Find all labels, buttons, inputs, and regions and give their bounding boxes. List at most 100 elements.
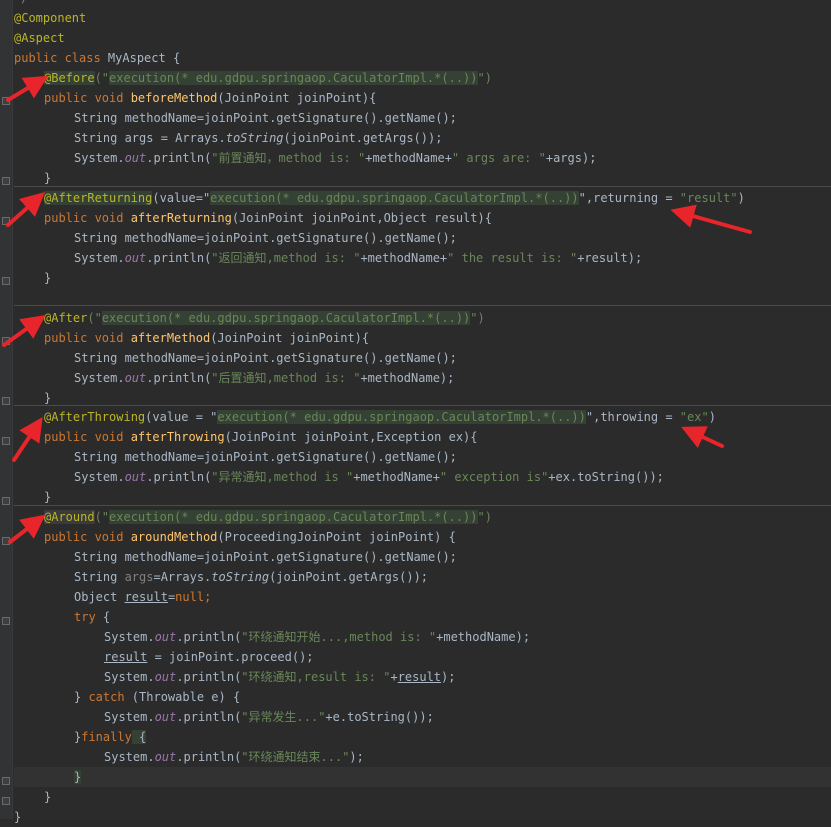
fold-marker-icon[interactable] <box>2 497 10 505</box>
static-field: out <box>154 630 177 644</box>
code-text: .println( <box>176 670 242 684</box>
fold-marker-icon[interactable] <box>2 277 10 285</box>
reassigned-variable: result <box>397 670 442 684</box>
code-line[interactable]: @Component <box>14 8 831 28</box>
string: "返回通知,method is: " <box>211 251 361 265</box>
code-line[interactable]: System.out.println("异常通知,method is "+met… <box>14 467 831 487</box>
code-editor[interactable]: */ @Component @Aspect public class MyAsp… <box>0 0 831 824</box>
fold-marker-icon[interactable] <box>2 217 10 225</box>
code-line[interactable]: */ <box>14 0 831 8</box>
code-text: +methodName); <box>436 630 531 644</box>
code-line[interactable]: String methodName=joinPoint.getSignature… <box>14 228 831 248</box>
fold-marker-icon[interactable] <box>2 797 10 805</box>
reassigned-variable: result <box>124 590 168 604</box>
keyword: catch <box>88 690 125 704</box>
keyword: public void <box>44 331 131 345</box>
code-line[interactable]: String methodName=joinPoint.getSignature… <box>14 547 831 567</box>
code-line[interactable]: Object result=null; <box>14 587 831 607</box>
code-line[interactable]: } <box>14 268 831 288</box>
code-line[interactable]: public class MyAspect { <box>14 48 831 68</box>
method-params: (JoinPoint joinPoint,Object result){ <box>231 211 492 225</box>
fold-marker-icon[interactable] <box>2 437 10 445</box>
aspect-annotation: @Aspect <box>14 31 65 45</box>
code-text: .println( <box>176 630 242 644</box>
string: "环绕通知开始...,method is: " <box>241 630 437 644</box>
fold-marker-icon[interactable] <box>2 337 10 345</box>
code-line[interactable]: } <box>14 787 831 807</box>
code-text: } <box>74 690 89 704</box>
code-line[interactable]: try { <box>14 607 831 627</box>
code-line[interactable]: @AfterReturning(value="execution(* edu.g… <box>14 188 831 208</box>
code-text: (joinPoint.getArgs()); <box>269 570 429 584</box>
code-line[interactable]: System.out.println("环绕通知结束..."); <box>14 747 831 767</box>
code-line[interactable]: public void afterThrowing(JoinPoint join… <box>14 427 831 447</box>
string: (" <box>94 510 110 524</box>
code-line[interactable]: public void afterReturning(JoinPoint joi… <box>14 208 831 228</box>
static-field: out <box>154 670 177 684</box>
brace: } <box>44 790 52 804</box>
code-line[interactable]: public void beforeMethod(JoinPoint joinP… <box>14 88 831 108</box>
after-throwing-annotation: @AfterThrowing <box>44 410 146 424</box>
code-line[interactable]: } <box>14 807 831 827</box>
code-line[interactable]: System.out.println("环绕通知,result is: "+re… <box>14 667 831 687</box>
string: "异常通知,method is " <box>211 470 354 484</box>
around-annotation: @Around <box>44 510 95 524</box>
code-line[interactable]: @After("execution(* edu.gdpu.springaop.C… <box>14 308 831 328</box>
string: (" <box>94 71 110 85</box>
code-text: +methodName+ <box>360 251 448 265</box>
code-line[interactable]: System.out.println("返回通知,method is: "+me… <box>14 248 831 268</box>
string: (" <box>87 311 102 325</box>
code-line-current[interactable]: } <box>14 767 831 787</box>
code-line[interactable]: result = joinPoint.proceed(); <box>14 647 831 667</box>
code-text: =Arrays. <box>153 570 212 584</box>
static-field: out <box>124 371 147 385</box>
fold-marker-icon[interactable] <box>2 777 10 785</box>
code-line[interactable]: }finally { <box>14 727 831 747</box>
code-text: System. <box>104 710 155 724</box>
static-method: toString <box>211 570 270 584</box>
method-separator <box>14 305 831 306</box>
code-line[interactable]: System.out.println("前置通知，method is: "+me… <box>14 148 831 168</box>
code-text: +ex.toString()); <box>548 470 664 484</box>
string: "前置通知，method is: " <box>211 151 366 165</box>
code-line[interactable]: } <box>14 388 831 408</box>
fold-marker-icon[interactable] <box>2 537 10 545</box>
code-line[interactable]: String methodName=joinPoint.getSignature… <box>14 108 831 128</box>
editor-gutter[interactable] <box>0 0 13 819</box>
unused-variable: args <box>124 570 154 584</box>
code-line[interactable]: System.out.println("异常发生..."+e.toString(… <box>14 707 831 727</box>
pointcut-expression: execution(* edu.gdpu.springaop.Caculator… <box>217 410 586 424</box>
fold-marker-icon[interactable] <box>2 617 10 625</box>
method-name: afterMethod <box>130 331 211 345</box>
fold-marker-icon[interactable] <box>2 397 10 405</box>
code-line[interactable]: } <box>14 487 831 507</box>
fold-marker-icon[interactable] <box>2 177 10 185</box>
code-line[interactable]: } catch (Throwable e) { <box>14 687 831 707</box>
method-params: (JoinPoint joinPoint,Exception ex){ <box>224 430 478 444</box>
fold-marker-icon[interactable] <box>2 97 10 105</box>
brace: } <box>44 171 52 185</box>
static-field: out <box>154 750 177 764</box>
code-line[interactable]: public void afterMethod(JoinPoint joinPo… <box>14 328 831 348</box>
code-line[interactable]: String args=Arrays.toString(joinPoint.ge… <box>14 567 831 587</box>
code-text: .println( <box>146 151 212 165</box>
code-line[interactable]: @Around("execution(* edu.gdpu.springaop.… <box>14 507 831 527</box>
pointcut-expression: execution(* edu.gdpu.springaop.Caculator… <box>109 71 478 85</box>
code-line[interactable]: @AfterThrowing(value = "execution(* edu.… <box>14 407 831 427</box>
code-line[interactable]: @Aspect <box>14 28 831 48</box>
keyword: public class <box>14 51 108 65</box>
code-line[interactable]: System.out.println("后置通知,method is: "+me… <box>14 368 831 388</box>
code-text: = joinPoint.proceed(); <box>147 650 314 664</box>
code-line[interactable]: String args = Arrays.toString(joinPoint.… <box>14 128 831 148</box>
code-line[interactable]: String methodName=joinPoint.getSignature… <box>14 348 831 368</box>
after-returning-annotation: @AfterReturning <box>44 191 153 205</box>
code-text: System. <box>104 630 155 644</box>
code-text: .println( <box>146 470 212 484</box>
code-line[interactable]: public void aroundMethod(ProceedingJoinP… <box>14 527 831 547</box>
code-line[interactable]: @Before("execution(* edu.gdpu.springaop.… <box>14 68 831 88</box>
string: " the result is: " <box>447 251 578 265</box>
reassigned-variable: result <box>104 650 148 664</box>
code-line[interactable]: } <box>14 168 831 188</box>
code-line[interactable]: String methodName=joinPoint.getSignature… <box>14 447 831 467</box>
code-line[interactable]: System.out.println("环绕通知开始...,method is:… <box>14 627 831 647</box>
